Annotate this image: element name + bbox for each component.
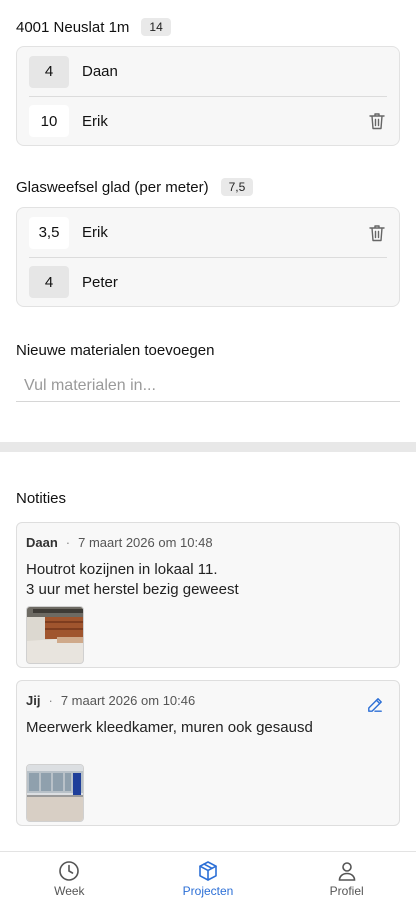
note-meta: Daan · 7 maart 2026 om 10:48 (26, 535, 390, 550)
material-card-neuslat: 4 Daan 10 Erik (16, 46, 400, 146)
quantity-field[interactable]: 10 (29, 105, 69, 137)
tab-profiel[interactable]: Profiel (277, 852, 416, 900)
material-row: 4 Peter (29, 257, 387, 306)
material-total-badge: 7,5 (220, 178, 254, 196)
quantity-field[interactable]: 3,5 (29, 216, 69, 249)
note-date: 7 maart 2026 om 10:48 (78, 535, 213, 550)
person-name: Erik (82, 112, 108, 130)
materials-input[interactable] (16, 370, 400, 402)
note-line: Meerwerk kleedkamer, muren ook gesausd (26, 719, 313, 736)
note-photo-thumbnail[interactable] (26, 606, 84, 664)
material-row: 3,5 Erik (29, 208, 387, 257)
quantity-field[interactable]: 4 (29, 266, 69, 298)
note-text: Houtrot kozijnen in lokaal 11. 3 uur met… (26, 560, 390, 600)
note-author: Jij (26, 693, 41, 708)
note-text: Meerwerk kleedkamer, muren ook gesausd (26, 718, 390, 738)
material-header-glasweefsel: Glasweefsel glad (per meter) 7,5 (16, 178, 254, 196)
meta-separator: · (48, 693, 53, 708)
meta-separator: · (65, 535, 71, 550)
material-row: 4 Daan (29, 47, 387, 96)
add-materials-label: Nieuwe materialen toevoegen (16, 342, 215, 359)
bottom-tab-bar: Week Projecten Profiel (0, 851, 416, 900)
trash-icon[interactable] (369, 112, 385, 130)
tab-projecten[interactable]: Projecten (139, 852, 278, 900)
note-line: Houtrot kozijnen in lokaal 11. (26, 561, 218, 578)
photo-image (27, 765, 83, 821)
clock-icon (59, 861, 80, 881)
material-title: 4001 Neuslat 1m (16, 18, 130, 36)
quantity-field[interactable]: 4 (29, 55, 69, 88)
user-icon (338, 862, 355, 881)
box-icon (199, 861, 217, 881)
edit-pencil-icon[interactable] (367, 697, 383, 713)
note-photo-thumbnail[interactable] (26, 764, 84, 822)
tab-label: Projecten (182, 884, 234, 898)
material-title: Glasweefsel glad (per meter) (16, 178, 209, 196)
material-total-badge: 14 (141, 18, 171, 36)
note-author: Daan (26, 535, 58, 550)
note-date: 7 maart 2026 om 10:46 (60, 693, 196, 708)
person-name: Daan (82, 63, 118, 80)
note-meta: Jij · 7 maart 2026 om 10:46 (26, 693, 390, 708)
note-card: Daan · 7 maart 2026 om 10:48 Houtrot koz… (16, 522, 400, 668)
material-row: 10 Erik (29, 96, 387, 145)
note-line: 3 uur met herstel bezig geweest (26, 581, 239, 598)
person-name: Peter (82, 273, 118, 291)
section-divider (0, 442, 416, 452)
tab-label: Week (54, 884, 85, 898)
person-name: Erik (82, 224, 108, 241)
notes-title: Notities (16, 490, 67, 507)
photo-image (27, 607, 83, 663)
note-card: Jij · 7 maart 2026 om 10:46 Meerwerk kle… (16, 680, 400, 826)
trash-icon[interactable] (369, 224, 385, 242)
material-card-glasweefsel: 3,5 Erik 4 Peter (16, 207, 400, 307)
material-header-neuslat: 4001 Neuslat 1m 14 (16, 18, 171, 36)
tab-label: Profiel (329, 884, 364, 898)
tab-week[interactable]: Week (0, 852, 139, 900)
